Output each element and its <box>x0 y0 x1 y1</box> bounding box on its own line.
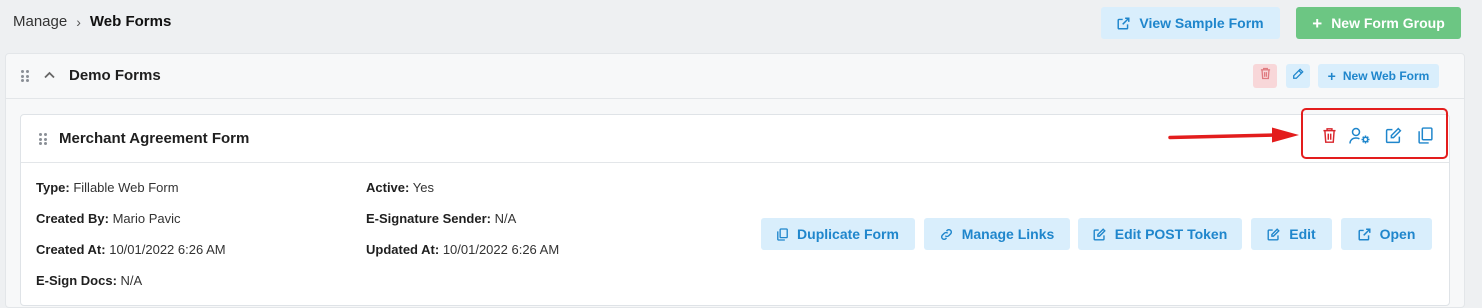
plus-icon: + <box>1312 13 1323 33</box>
breadcrumb-manage[interactable]: Manage <box>13 13 67 30</box>
field-type-label: Type: <box>36 180 70 195</box>
edit-post-token-button[interactable]: Edit POST Token <box>1078 218 1242 250</box>
field-created-by-label: Created By: <box>36 211 109 226</box>
field-created-by: Created By: Mario Pavic <box>36 211 181 226</box>
form-group-title: Demo Forms <box>69 67 161 84</box>
field-esign-docs-value: N/A <box>120 273 143 288</box>
field-active-label: Active: <box>366 180 410 195</box>
drag-handle-icon[interactable] <box>39 133 47 145</box>
edit-button[interactable]: Edit <box>1251 218 1332 250</box>
field-active: Active: Yes <box>366 180 434 195</box>
new-form-group-label: New Form Group <box>1331 15 1445 31</box>
breadcrumb: Manage › Web Forms <box>13 13 171 30</box>
open-button[interactable]: Open <box>1341 218 1432 250</box>
field-type-value: Fillable Web Form <box>73 180 179 195</box>
pencil-icon <box>1292 67 1304 85</box>
view-sample-form-label: View Sample Form <box>1139 15 1264 31</box>
new-web-form-label: New Web Form <box>1342 69 1430 83</box>
field-updated-at-value: 10/01/2022 6:26 AM <box>442 242 560 257</box>
delete-group-button[interactable] <box>1253 64 1277 88</box>
external-link-icon <box>1117 16 1130 30</box>
copy-icon <box>777 227 788 241</box>
field-created-at: Created At: 10/01/2022 6:26 AM <box>36 242 226 257</box>
view-sample-form-button[interactable]: View Sample Form <box>1101 7 1280 39</box>
field-esignature-sender: E-Signature Sender: N/A <box>366 211 516 226</box>
edit-square-icon <box>1267 227 1281 241</box>
edit-post-token-label: Edit POST Token <box>1114 226 1228 242</box>
field-created-at-value: 10/01/2022 6:26 AM <box>109 242 226 257</box>
breadcrumb-separator: › <box>76 13 81 30</box>
breadcrumb-current: Web Forms <box>89 13 172 30</box>
edit-label: Edit <box>1289 226 1316 242</box>
field-updated-at: Updated At: 10/01/2022 6:26 AM <box>366 242 559 257</box>
top-bar: Manage › Web Forms View Sample Form + Ne… <box>0 0 1482 46</box>
form-group-panel: Demo Forms + New Web Form Merchant Agree… <box>5 53 1465 308</box>
field-updated-at-label: Updated At: <box>366 242 440 257</box>
field-active-value: Yes <box>412 180 434 195</box>
external-link-icon <box>1358 227 1371 241</box>
edit-square-icon <box>1093 227 1106 241</box>
duplicate-form-button[interactable]: Duplicate Form <box>761 218 915 250</box>
form-group-header: Demo Forms + New Web Form <box>6 54 1464 99</box>
manage-links-button[interactable]: Manage Links <box>924 218 1070 250</box>
field-esignature-sender-label: E-Signature Sender: <box>366 211 491 226</box>
field-esign-docs-label: E-Sign Docs: <box>36 273 117 288</box>
manage-links-label: Manage Links <box>961 226 1055 242</box>
drag-handle-icon[interactable] <box>21 70 29 82</box>
annotation-highlight-box <box>1301 108 1448 159</box>
plus-icon: + <box>1327 68 1336 84</box>
web-form-title: Merchant Agreement Form <box>59 130 250 147</box>
field-created-at-label: Created At: <box>36 242 106 257</box>
edit-group-button[interactable] <box>1286 64 1310 88</box>
new-form-group-button[interactable]: + New Form Group <box>1296 7 1461 39</box>
open-label: Open <box>1379 226 1416 242</box>
annotation-arrow <box>1168 126 1300 151</box>
field-esignature-sender-value: N/A <box>494 211 517 226</box>
link-icon <box>940 228 953 241</box>
field-created-by-value: Mario Pavic <box>112 211 181 226</box>
new-web-form-button[interactable]: + New Web Form <box>1318 64 1439 88</box>
field-type: Type: Fillable Web Form <box>36 180 179 195</box>
chevron-up-icon[interactable] <box>42 68 56 82</box>
field-esign-docs: E-Sign Docs: N/A <box>36 273 142 288</box>
trash-icon <box>1260 67 1271 85</box>
duplicate-form-label: Duplicate Form <box>797 226 899 242</box>
